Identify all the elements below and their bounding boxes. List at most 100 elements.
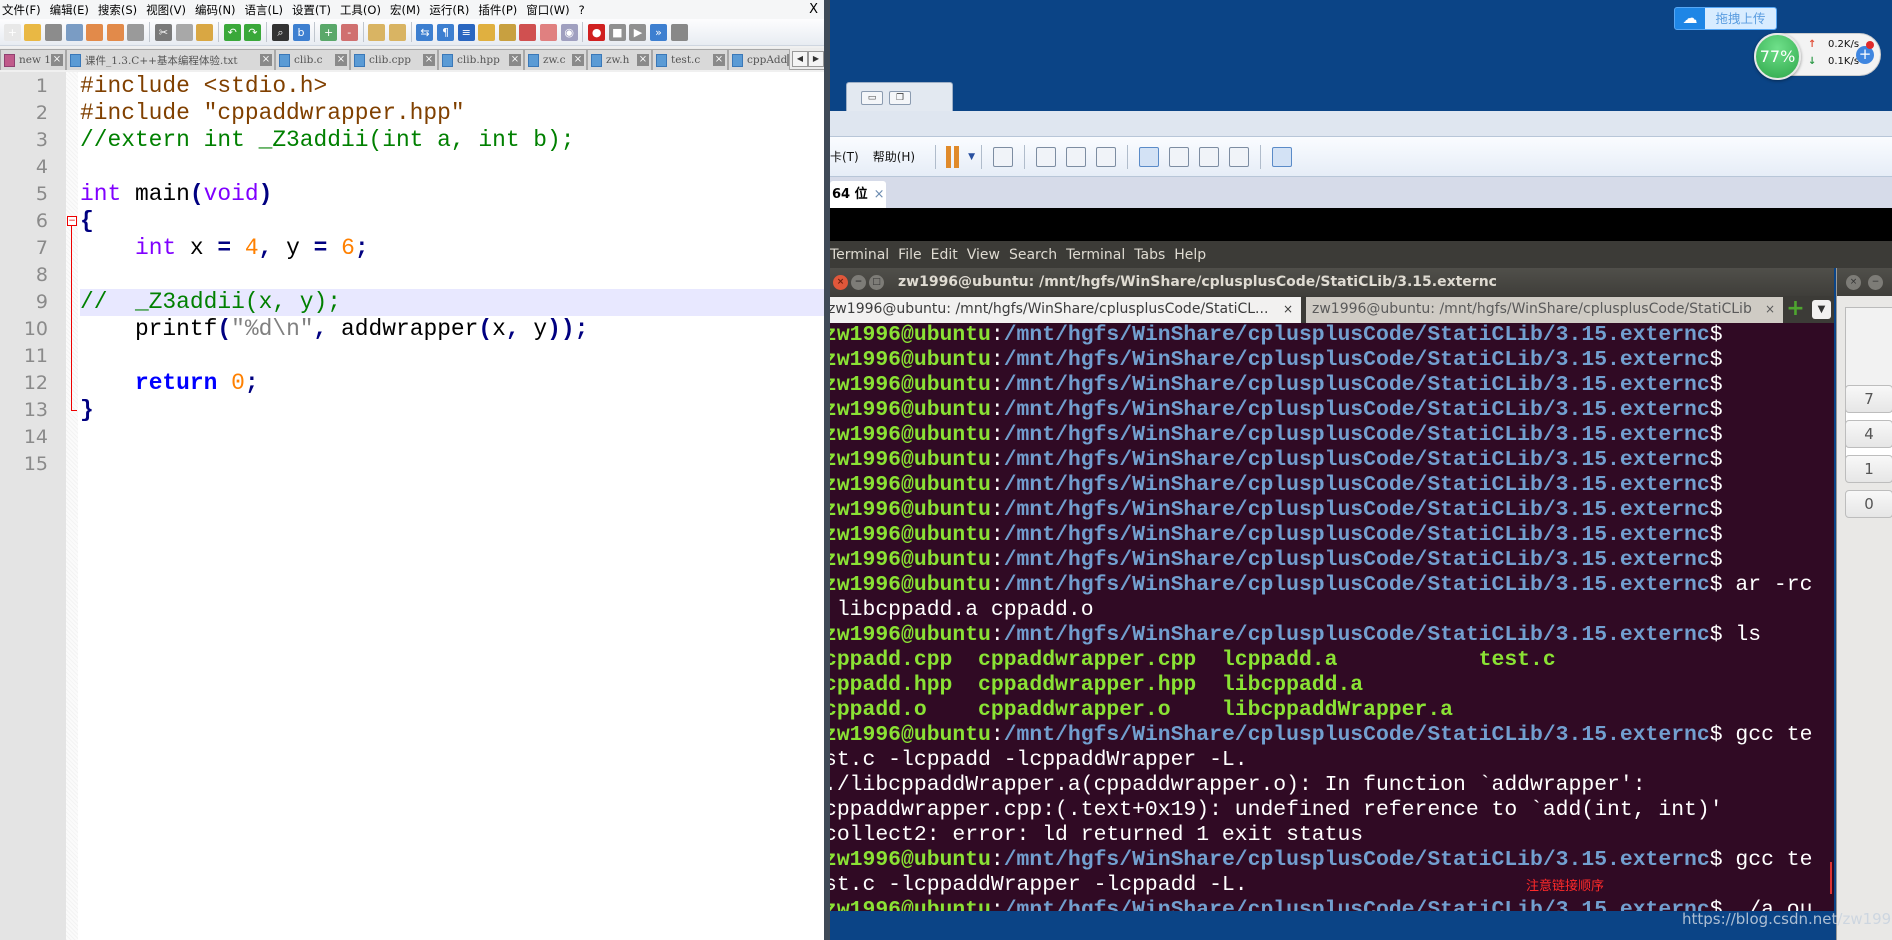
word-wrap-icon[interactable]: ⇆	[416, 23, 434, 41]
terminal-menu-item[interactable]: Terminal	[1066, 247, 1125, 263]
run-macro-multiple-icon[interactable]: »	[650, 23, 668, 41]
menu-item[interactable]: 文件(F)	[0, 2, 48, 18]
menu-tabs[interactable]: 卡(T)	[830, 148, 859, 165]
revert-snapshot-icon[interactable]	[1066, 146, 1087, 167]
close-icon[interactable]: ×	[1765, 297, 1775, 322]
doc-list-icon[interactable]	[540, 23, 558, 41]
document-tab[interactable]: clib.cpp ×	[350, 49, 438, 70]
tab-scroll-right-icon[interactable]: ▶	[808, 51, 824, 67]
close-icon[interactable]: ×	[713, 54, 725, 66]
terminal-menu-item[interactable]: Terminal	[830, 247, 889, 263]
find-icon[interactable]: ⌕	[271, 23, 289, 41]
terminal-tab-active[interactable]: zw1996@ubuntu: /mnt/hgfs/WinShare/cplusp…	[830, 297, 1301, 323]
close-icon[interactable]: ×	[637, 54, 649, 66]
playback-icon[interactable]: ▶	[629, 23, 647, 41]
save-macro-icon[interactable]	[670, 23, 688, 41]
restore-icon[interactable]: ❐	[889, 91, 911, 105]
tab-list-dropdown-icon[interactable]: ▼	[1812, 300, 1831, 319]
close-icon[interactable]: ×	[509, 54, 521, 66]
copy-icon[interactable]	[175, 23, 193, 41]
maximize-icon[interactable]: □	[869, 274, 884, 290]
folder-workspace-icon[interactable]	[519, 23, 537, 41]
stop-record-icon[interactable]: ■	[608, 23, 626, 41]
menu-item[interactable]: 窗口(W)	[524, 2, 576, 18]
send-ctrl-alt-del-icon[interactable]	[993, 146, 1014, 167]
vm-tab[interactable]: 64 位 ×	[830, 181, 886, 208]
snapshot-icon[interactable]	[1036, 146, 1057, 167]
save-all-icon[interactable]	[65, 23, 83, 41]
terminal-menu-item[interactable]: View	[967, 247, 1000, 263]
terminal-menu-item[interactable]: Edit	[931, 247, 958, 263]
close-document-button[interactable]: X	[809, 2, 824, 17]
terminal-menu-item[interactable]: File	[898, 247, 921, 263]
close-icon[interactable]: ×	[874, 187, 885, 202]
close-file-icon[interactable]	[86, 23, 104, 41]
terminal-menu-item[interactable]: Search	[1009, 247, 1057, 263]
new-tab-plus-icon[interactable]: +	[1786, 298, 1805, 320]
replace-icon[interactable]: b	[292, 23, 310, 41]
cpu-usage-ball[interactable]: 77%	[1754, 33, 1801, 80]
fullscreen-icon[interactable]	[1199, 146, 1220, 167]
menu-item[interactable]: 设置(T)	[290, 2, 338, 18]
minimize-icon[interactable]: ▭	[861, 91, 883, 105]
key-7[interactable]: 7	[1845, 385, 1892, 413]
document-tab[interactable]: cppAdd×	[728, 49, 790, 70]
show-all-chars-icon[interactable]: ¶	[437, 23, 455, 41]
paste-icon[interactable]	[196, 23, 214, 41]
close-all-icon[interactable]	[106, 23, 124, 41]
terminal-menu-item[interactable]: Help	[1174, 247, 1206, 263]
close-icon[interactable]: ×	[260, 54, 272, 66]
tab-scroll-left-icon[interactable]: ◀	[792, 51, 808, 67]
undo-icon[interactable]: ↶	[223, 23, 241, 41]
document-tab[interactable]: clib.hpp ×	[438, 49, 524, 70]
redo-icon[interactable]: ↷	[244, 23, 262, 41]
new-file-icon[interactable]: +	[3, 23, 21, 41]
menu-item[interactable]: 工具(O)	[338, 2, 388, 18]
document-tab[interactable]: zw.c ×	[524, 49, 587, 70]
console-view-icon[interactable]	[1169, 146, 1190, 167]
unity-icon[interactable]	[1229, 146, 1250, 167]
monitoring-icon[interactable]: ◉	[560, 23, 578, 41]
close-icon[interactable]: ×	[787, 54, 789, 66]
key-4[interactable]: 4	[1845, 420, 1892, 448]
dropdown-icon[interactable]: ▼	[968, 152, 975, 162]
code-editor[interactable]: 1 2 3 4 5 6 7 8 9 10 11 12 13 14 15 − #include <stdio.…	[0, 72, 824, 940]
minimize-icon[interactable]: −	[851, 274, 866, 290]
upload-button[interactable]: ☁ 拖拽上传	[1674, 7, 1777, 30]
thumbnail-view-icon[interactable]	[1272, 146, 1293, 167]
fold-margin[interactable]	[66, 72, 78, 940]
minimize-icon[interactable]: −	[1868, 274, 1883, 290]
cut-icon[interactable]: ✂	[154, 23, 172, 41]
library-view-icon[interactable]	[1139, 146, 1160, 167]
menu-help[interactable]: 帮助(H)	[873, 148, 915, 165]
document-tab[interactable]: 课件_1.3.C++基本编程体验.txt ×	[66, 49, 275, 70]
menu-item[interactable]: 运行(R)	[427, 2, 476, 18]
terminal-tab[interactable]: zw1996@ubuntu: /mnt/hgfs/WinShare/cplusp…	[1306, 297, 1783, 323]
document-tab[interactable]: new 1 ×	[0, 49, 66, 70]
menu-item[interactable]: 编辑(E)	[48, 2, 96, 18]
close-icon[interactable]: ×	[1846, 274, 1861, 290]
record-macro-icon[interactable]: ●	[588, 23, 606, 41]
document-tab[interactable]: clib.c ×	[275, 49, 350, 70]
key-0[interactable]: 0	[1845, 490, 1892, 518]
menu-item[interactable]: 语言(L)	[243, 2, 290, 18]
close-icon[interactable]: ×	[572, 54, 584, 66]
close-icon[interactable]: ×	[51, 54, 63, 66]
close-icon[interactable]: ×	[335, 54, 347, 66]
doc-map-icon[interactable]	[478, 23, 496, 41]
terminal-menu-item[interactable]: Tabs	[1134, 247, 1165, 263]
menu-item[interactable]: ?	[577, 3, 592, 17]
snapshot-manager-icon[interactable]	[1096, 146, 1117, 167]
menu-item[interactable]: 宏(M)	[388, 2, 427, 18]
zoom-out-icon[interactable]: -	[340, 23, 358, 41]
key-1[interactable]: 1	[1845, 455, 1892, 483]
document-tab[interactable]: zw.h ×	[587, 49, 652, 70]
terminal-output[interactable]: zw1996@ubuntu:/mnt/hgfs/WinShare/cpluspl…	[830, 323, 1834, 911]
function-list-icon[interactable]	[498, 23, 516, 41]
print-icon[interactable]	[127, 23, 145, 41]
pause-icon[interactable]	[946, 145, 964, 168]
save-icon[interactable]	[44, 23, 62, 41]
close-icon[interactable]: ×	[833, 274, 848, 290]
fold-toggle-icon[interactable]: −	[67, 216, 77, 226]
close-icon[interactable]: ×	[423, 54, 435, 66]
